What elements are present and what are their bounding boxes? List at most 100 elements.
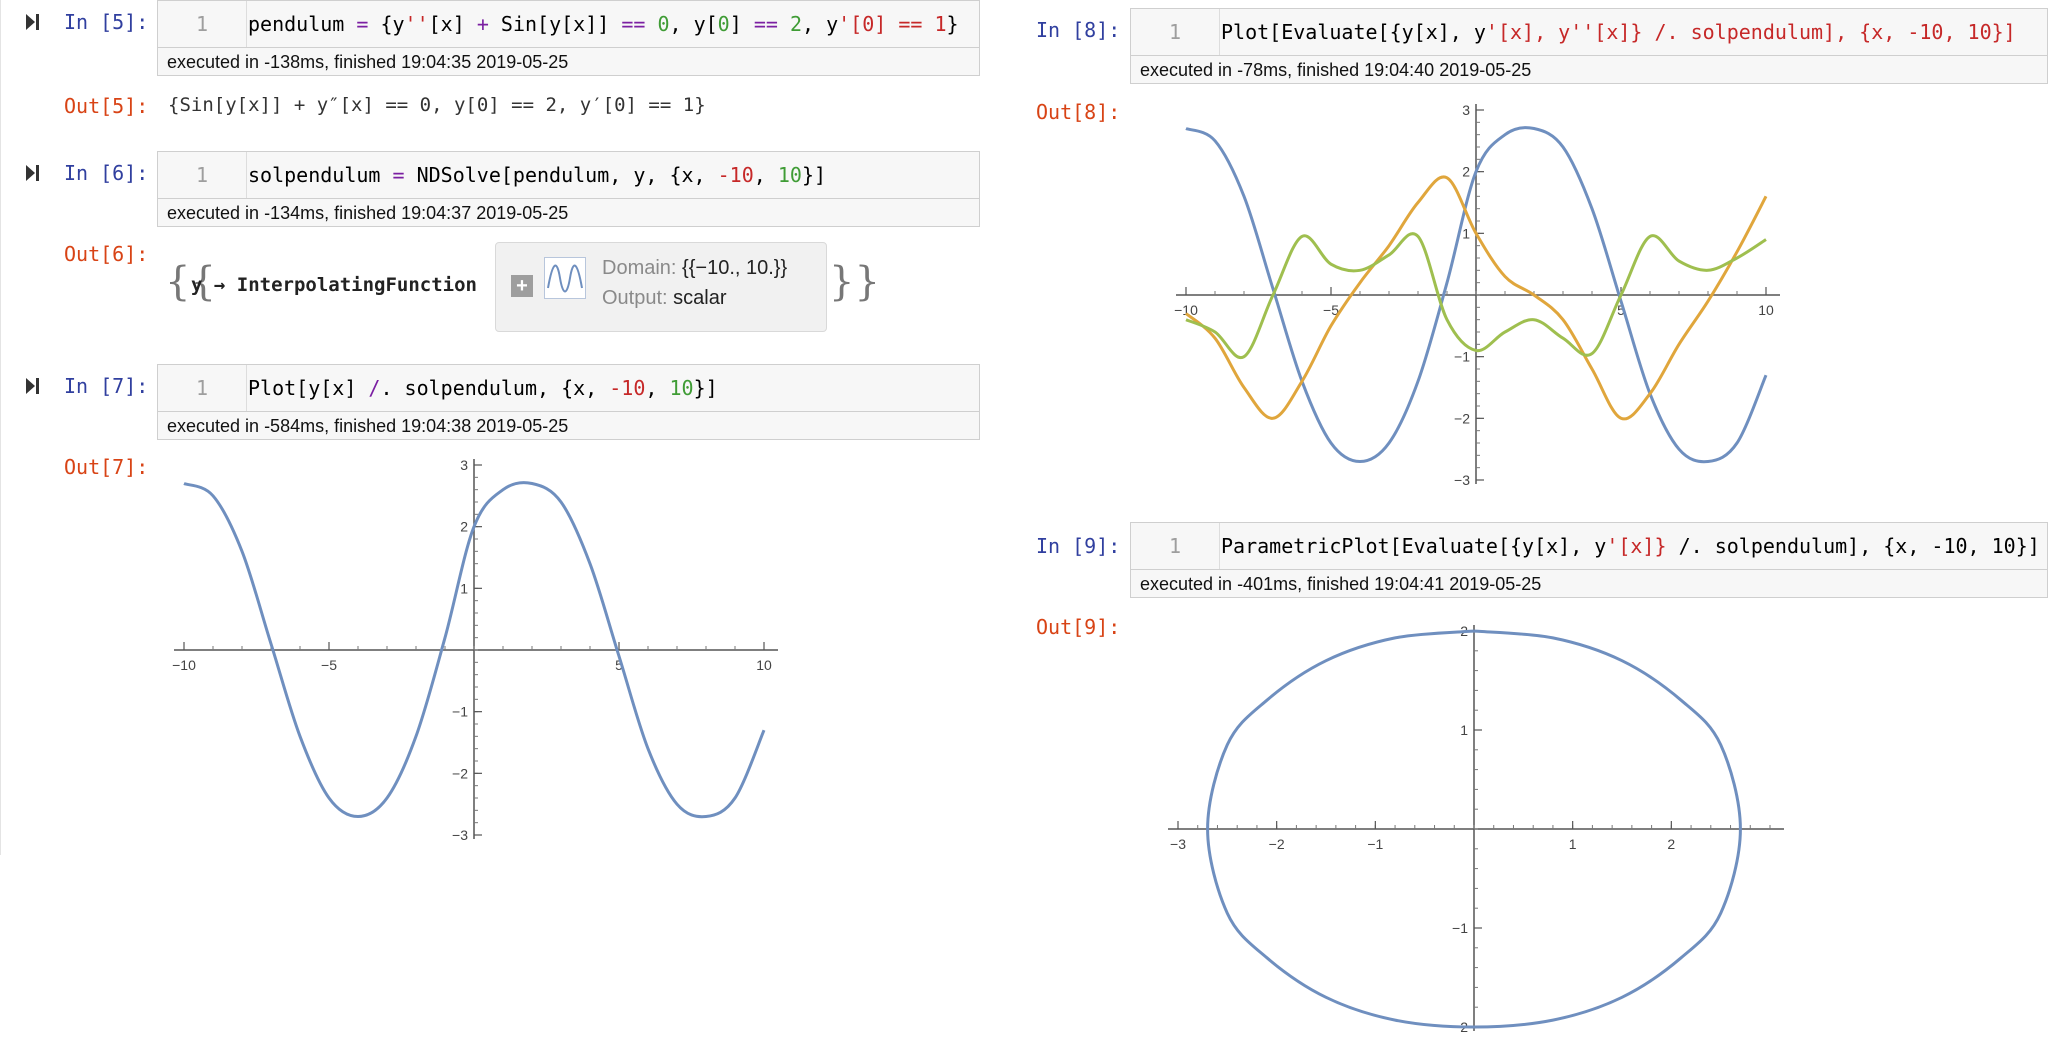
y-tick-label: 2 bbox=[460, 519, 468, 535]
out-prompt-9: Out[9]: bbox=[1036, 615, 1121, 639]
in-prompt-6: In [6]: bbox=[64, 161, 149, 185]
x-tick-label: −2 bbox=[1269, 836, 1285, 852]
run-cell-6-icon[interactable] bbox=[22, 163, 42, 183]
code-token: -10 bbox=[609, 376, 646, 400]
code-line[interactable]: Plot[y[x] /. solpendulum, {x, -10, 10}] bbox=[248, 365, 718, 411]
code-token: + bbox=[476, 12, 489, 36]
code-token: }] bbox=[693, 376, 718, 400]
code-token: {y bbox=[368, 12, 405, 36]
output-value: scalar bbox=[673, 287, 727, 309]
x-tick-label: −10 bbox=[172, 657, 196, 673]
run-cell-5-icon[interactable] bbox=[22, 12, 42, 32]
code-token: '[x], y''[x]} /. solpendulum], {x, -10, … bbox=[1485, 20, 2016, 44]
code-cell-8[interactable]: 1 Plot[Evaluate[{y[x], y'[x], y''[x]} /.… bbox=[1130, 8, 2048, 56]
y-tick-label: −3 bbox=[452, 827, 468, 843]
run-cell-7-icon[interactable] bbox=[22, 376, 42, 396]
y-tick-label: −1 bbox=[1454, 349, 1470, 365]
mini-plot-icon bbox=[544, 257, 586, 299]
domain-label: Domain: bbox=[602, 257, 677, 279]
out-prompt-8: Out[8]: bbox=[1036, 100, 1121, 124]
code-token: 10 bbox=[777, 163, 802, 187]
code-token: 10 bbox=[669, 376, 694, 400]
x-tick-label: 2 bbox=[1667, 836, 1675, 852]
code-cell-9[interactable]: 1 ParametricPlot[Evaluate[{y[x], y'[x]} … bbox=[1130, 522, 2048, 570]
y-tick-label: 1 bbox=[460, 580, 468, 596]
execution-status-5: executed in -138ms, finished 19:04:35 20… bbox=[157, 48, 980, 76]
code-cell-7[interactable]: 1 Plot[y[x] /. solpendulum, {x, -10, 10}… bbox=[157, 364, 980, 412]
code-token: . solpendulum, {x, bbox=[380, 376, 610, 400]
code-token: 2 bbox=[789, 12, 802, 36]
y-tick-label: −1 bbox=[1452, 920, 1468, 936]
y-tick-label: 1 bbox=[1460, 722, 1468, 738]
code-token: Sin[y[x]] bbox=[488, 12, 622, 36]
interpolating-function-head: y → InterpolatingFunction bbox=[191, 274, 477, 296]
code-line[interactable]: Plot[Evaluate[{y[x], y'[x], y''[x]} /. s… bbox=[1221, 9, 2016, 55]
output-label: Output: bbox=[602, 287, 668, 309]
code-token: }] bbox=[801, 163, 827, 187]
execution-status-9: executed in -401ms, finished 19:04:41 20… bbox=[1130, 570, 2048, 598]
x-tick-label: −5 bbox=[321, 657, 337, 673]
in-prompt-9: In [9]: bbox=[1036, 534, 1121, 558]
interpolating-function-summary: + Domain: {{−10., 10.}} Output: scalar bbox=[495, 242, 827, 332]
x-tick-label: −1 bbox=[1367, 836, 1383, 852]
domain-value: {{−10., 10.}} bbox=[682, 257, 788, 279]
plot-y-of-x: −10 −5 5 10−3−2−1123 bbox=[172, 457, 778, 843]
code-token: , bbox=[753, 163, 778, 187]
in-prompt-8: In [8]: bbox=[1036, 18, 1121, 42]
x-tick-label: 10 bbox=[756, 657, 772, 673]
x-tick-label: 1 bbox=[1569, 836, 1577, 852]
y-tick-label: −2 bbox=[1454, 410, 1470, 426]
line-number: 1 bbox=[158, 1, 247, 47]
code-token: Plot[y[x] bbox=[248, 376, 369, 400]
line-number: 1 bbox=[1131, 9, 1220, 55]
execution-status-6: executed in -134ms, finished 19:04:37 20… bbox=[157, 199, 980, 227]
execution-status-7: executed in -584ms, finished 19:04:38 20… bbox=[157, 412, 980, 440]
notebook-left-edge bbox=[0, 0, 1, 855]
code-token: pendulum bbox=[248, 12, 357, 36]
x-tick-label: −10 bbox=[1174, 302, 1198, 318]
code-token: , bbox=[645, 376, 670, 400]
code-line[interactable]: solpendulum = NDSolve[pendulum, y, {x, -… bbox=[248, 152, 826, 198]
code-token: / bbox=[368, 376, 381, 400]
output-5: {Sin[y[x]] + y″[x] == 0, y[0] == 2, y′[0… bbox=[168, 94, 706, 116]
code-cell-6[interactable]: 1 solpendulum = NDSolve[pendulum, y, {x,… bbox=[157, 151, 980, 199]
code-token: Plot[Evaluate[{y[x], y bbox=[1221, 20, 1486, 44]
close-braces: }} bbox=[829, 259, 880, 305]
code-token: /. solpendulum], {x, -10, 10}] bbox=[1666, 534, 2040, 558]
in-prompt-5: In [5]: bbox=[64, 10, 149, 34]
expand-plus-icon[interactable]: + bbox=[511, 275, 533, 297]
code-token: 0 bbox=[717, 12, 730, 36]
y-tick-label: −1 bbox=[452, 704, 468, 720]
code-token: '[0] == 1 bbox=[838, 12, 947, 36]
parametric-plot: −3 −2 −1 1 2−2−112 bbox=[1168, 623, 1784, 1035]
code-token: solpendulum bbox=[248, 163, 393, 187]
x-tick-label: −3 bbox=[1170, 836, 1186, 852]
code-line[interactable]: pendulum = {y''[x] + Sin[y[x]] == 0, y[0… bbox=[248, 1, 959, 47]
code-token: == bbox=[753, 12, 778, 36]
execution-status-8: executed in -78ms, finished 19:04:40 201… bbox=[1130, 56, 2048, 84]
code-line[interactable]: ParametricPlot[Evaluate[{y[x], y'[x]} /.… bbox=[1221, 523, 2040, 569]
code-token: , y bbox=[802, 12, 839, 36]
y-tick-label: 1 bbox=[1462, 225, 1470, 241]
code-token: = bbox=[356, 12, 369, 36]
in-prompt-7: In [7]: bbox=[64, 374, 149, 398]
out-prompt-6: Out[6]: bbox=[64, 242, 149, 266]
line-number: 1 bbox=[1131, 523, 1220, 569]
code-token: 0 bbox=[657, 12, 670, 36]
interpolating-function-output: {{ y → InterpolatingFunction + Domain: {… bbox=[165, 242, 885, 338]
code-cell-5[interactable]: 1 pendulum = {y''[x] + Sin[y[x]] == 0, y… bbox=[157, 0, 980, 48]
code-token: -10 bbox=[717, 163, 754, 187]
y-tick-label: −3 bbox=[1454, 472, 1470, 488]
out-prompt-5: Out[5]: bbox=[64, 94, 149, 118]
y-tick-label: 2 bbox=[1462, 164, 1470, 180]
y-tick-label: 3 bbox=[1462, 102, 1470, 118]
y-tick-label: −2 bbox=[452, 765, 468, 781]
code-token: '[x]} bbox=[1606, 534, 1667, 558]
code-token: ] bbox=[729, 12, 754, 36]
code-token: = bbox=[392, 163, 405, 187]
code-token: == bbox=[621, 12, 646, 36]
x-tick-label: 10 bbox=[1758, 302, 1774, 318]
output-row: Output: scalar bbox=[602, 287, 727, 310]
